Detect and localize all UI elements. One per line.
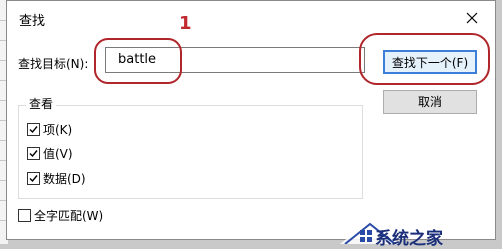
checkbox-match-whole-label: 全字匹配(W) [34,209,104,223]
checkbox-data-label: 数据(D) [43,172,86,186]
annotation-number: 1 [179,13,192,34]
checkbox-values-box[interactable] [27,147,40,160]
cancel-button[interactable]: 取消 [383,90,477,114]
checkbox-values-label: 值(V) [43,147,73,161]
checkbox-data[interactable]: 数据(D) [27,171,86,187]
checkbox-data-box[interactable] [27,172,40,185]
annotation-circle-button [359,33,490,85]
find-target-label: 查找目标(N): [18,57,89,71]
annotation-circle-input [94,38,182,84]
checkbox-match-whole-box[interactable] [18,209,31,222]
close-icon[interactable] [461,7,483,29]
look-in-title: 查看 [26,95,57,112]
checkbox-values[interactable]: 值(V) [27,146,73,162]
dialog-title: 查找 [19,14,46,29]
checkbox-items-box[interactable] [27,123,40,136]
title-bar[interactable]: 查找 [7,1,495,37]
watermark-text: 系统之家 [375,229,443,249]
checkbox-match-whole[interactable]: 全字匹配(W) [18,208,103,224]
checkbox-items-label: 项(K) [43,123,73,137]
checkbox-items[interactable]: 项(K) [27,122,72,138]
